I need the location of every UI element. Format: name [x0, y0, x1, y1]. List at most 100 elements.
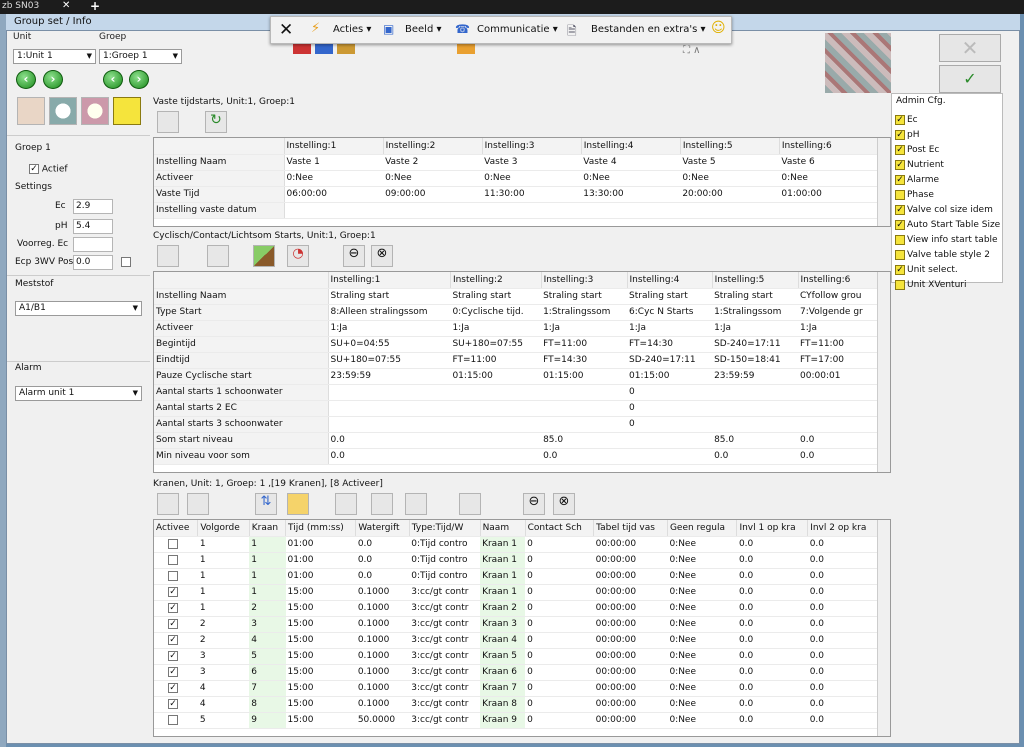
table-cell[interactable]: 00:00:00 — [593, 712, 668, 729]
table-cell[interactable]: 1:Ja — [627, 320, 713, 337]
table-cell[interactable]: 3:cc/gt contr — [409, 648, 481, 665]
ecp-checkbox[interactable] — [121, 257, 131, 267]
table-cell[interactable]: 0.1000 — [355, 584, 410, 601]
table-cell[interactable]: 0.0 — [736, 616, 808, 633]
zoom-x-icon[interactable]: ⊗ — [553, 493, 575, 515]
table-cell[interactable] — [450, 416, 542, 433]
admin-checkbox[interactable] — [895, 249, 905, 260]
table-cell[interactable]: 1:Ja — [712, 320, 799, 337]
activeer-checkbox[interactable] — [168, 554, 178, 565]
activeer-checkbox[interactable]: ✓ — [168, 682, 178, 693]
unit-next-icon[interactable]: › — [43, 70, 63, 89]
table-cell[interactable]: 0:Nee — [667, 584, 737, 601]
table-cell[interactable] — [284, 202, 384, 219]
unit-select[interactable]: 1:Unit 1 — [13, 49, 96, 64]
timer-icon[interactable]: ◔ — [287, 245, 309, 267]
table-cell[interactable]: 0 — [525, 568, 594, 585]
table-cell[interactable]: 0 — [525, 584, 594, 601]
table-cell[interactable]: 01:15:00 — [450, 368, 542, 385]
table-cell[interactable]: 1 — [249, 568, 286, 585]
table-cell[interactable]: 15:00 — [285, 616, 356, 633]
table-cell[interactable]: Vaste 5 — [680, 154, 780, 171]
table-cell[interactable]: Kraan 6 — [480, 664, 526, 681]
table-cell[interactable]: 0:Nee — [667, 680, 737, 697]
table-cell[interactable] — [450, 448, 542, 465]
table-cell[interactable]: 1:Ja — [798, 320, 879, 337]
kranen-delete-icon[interactable] — [157, 493, 179, 515]
start-hand-icon[interactable] — [253, 245, 275, 267]
table-cell[interactable]: FT=11:00 — [541, 336, 628, 353]
table-cell[interactable]: 00:00:00 — [593, 696, 668, 713]
table-cell[interactable]: 0:Nee — [667, 536, 737, 553]
group-select[interactable]: 1:Groep 1 — [99, 49, 182, 64]
admin-checkbox[interactable]: ✓ — [895, 114, 905, 125]
admin-checkbox[interactable]: ✓ — [895, 204, 905, 215]
table-cell[interactable]: Kraan 1 — [480, 536, 526, 553]
table-cell[interactable]: 1 — [249, 536, 286, 553]
admin-item[interactable]: ✓ pH — [895, 129, 1002, 144]
table-cell[interactable]: 0.0 — [355, 536, 410, 553]
smiley-icon[interactable]: ☺ — [711, 20, 726, 36]
table-cell[interactable]: 00:00:00 — [593, 680, 668, 697]
table-cell[interactable]: 3 — [249, 616, 286, 633]
open-folder-icon[interactable] — [287, 493, 309, 515]
table-cell[interactable]: 0 — [627, 416, 713, 433]
accept-icon[interactable]: ✓ — [939, 65, 1001, 93]
table-cell[interactable]: 0 — [525, 664, 594, 681]
table-cell[interactable] — [450, 432, 542, 449]
table-cell[interactable]: 0:Tijd contro — [409, 552, 481, 569]
zoom-clear-icon[interactable]: ⊗ — [371, 245, 393, 267]
table-cell[interactable]: 01:00 — [285, 552, 356, 569]
column-icon[interactable] — [405, 493, 427, 515]
vaste-scrollbar[interactable] — [877, 138, 890, 226]
table-cell[interactable]: 0.0 — [807, 632, 879, 649]
table-cell[interactable]: Straling start — [627, 288, 713, 305]
activeer-checkbox[interactable]: ✓ — [168, 618, 178, 629]
table-cell[interactable]: 00:00:00 — [593, 632, 668, 649]
table-cell[interactable]: 20:00:00 — [680, 186, 780, 203]
table-cell[interactable]: 3:cc/gt contr — [409, 632, 481, 649]
table-cell[interactable]: 01:00 — [285, 536, 356, 553]
ph-field[interactable]: 5.4 — [73, 219, 113, 234]
table-cell[interactable]: SD-240=17:11 — [712, 336, 799, 353]
zoom-out-icon[interactable]: ⊖ — [343, 245, 365, 267]
table-cell[interactable]: 23:59:59 — [712, 368, 799, 385]
table-cell[interactable]: 3:cc/gt contr — [409, 600, 481, 617]
admin-checkbox[interactable]: ✓ — [895, 159, 905, 170]
table-cell[interactable]: 0.0 — [736, 680, 808, 697]
table-cell[interactable]: 0 — [525, 536, 594, 553]
admin-item[interactable]: ✓ Valve col size idem — [895, 204, 1002, 219]
table-cell[interactable]: 50.0000 — [355, 712, 410, 729]
table-cell[interactable]: 0.0 — [355, 568, 410, 585]
new-tab-icon[interactable]: + — [90, 0, 100, 13]
ec-field[interactable]: 2.9 — [73, 199, 113, 214]
table-cell[interactable]: 0 — [525, 696, 594, 713]
table-cell[interactable]: 0:Nee — [667, 648, 737, 665]
table-cell[interactable] — [779, 202, 879, 219]
table-cell[interactable]: Kraan 1 — [480, 584, 526, 601]
table-cell[interactable]: Kraan 7 — [480, 680, 526, 697]
table-cell[interactable]: Kraan 2 — [480, 600, 526, 617]
table-cell[interactable]: 0:Nee — [581, 170, 681, 187]
table-cell[interactable]: 0:Nee — [667, 552, 737, 569]
table-cell[interactable]: 0 — [525, 616, 594, 633]
grid-list-icon[interactable] — [459, 493, 481, 515]
table-cell[interactable]: 0.0 — [807, 568, 879, 585]
table-cell[interactable]: SD-150=18:41 — [712, 352, 799, 369]
close-tab-icon[interactable]: ✕ — [62, 0, 70, 11]
table-cell[interactable]: 15:00 — [285, 632, 356, 649]
table-cell[interactable]: 13:30:00 — [581, 186, 681, 203]
table-cell[interactable]: 2 — [197, 616, 250, 633]
table-cell[interactable]: 0:Tijd contro — [409, 568, 481, 585]
table-cell[interactable]: 0:Nee — [667, 632, 737, 649]
table-cell[interactable]: 0.0 — [807, 584, 879, 601]
table-cell[interactable]: 1:Stralingssom — [712, 304, 799, 321]
table-cell[interactable]: 6:Cyc N Starts — [627, 304, 713, 321]
admin-checkbox[interactable]: ✓ — [895, 174, 905, 185]
table-cell[interactable]: 0.1000 — [355, 648, 410, 665]
resize-icon[interactable]: ⛶ ∧ — [683, 45, 701, 56]
table-cell[interactable]: 15:00 — [285, 584, 356, 601]
table-cell[interactable]: Kraan 8 — [480, 696, 526, 713]
table-cell[interactable] — [541, 416, 628, 433]
table-cell[interactable]: 09:00:00 — [383, 186, 483, 203]
